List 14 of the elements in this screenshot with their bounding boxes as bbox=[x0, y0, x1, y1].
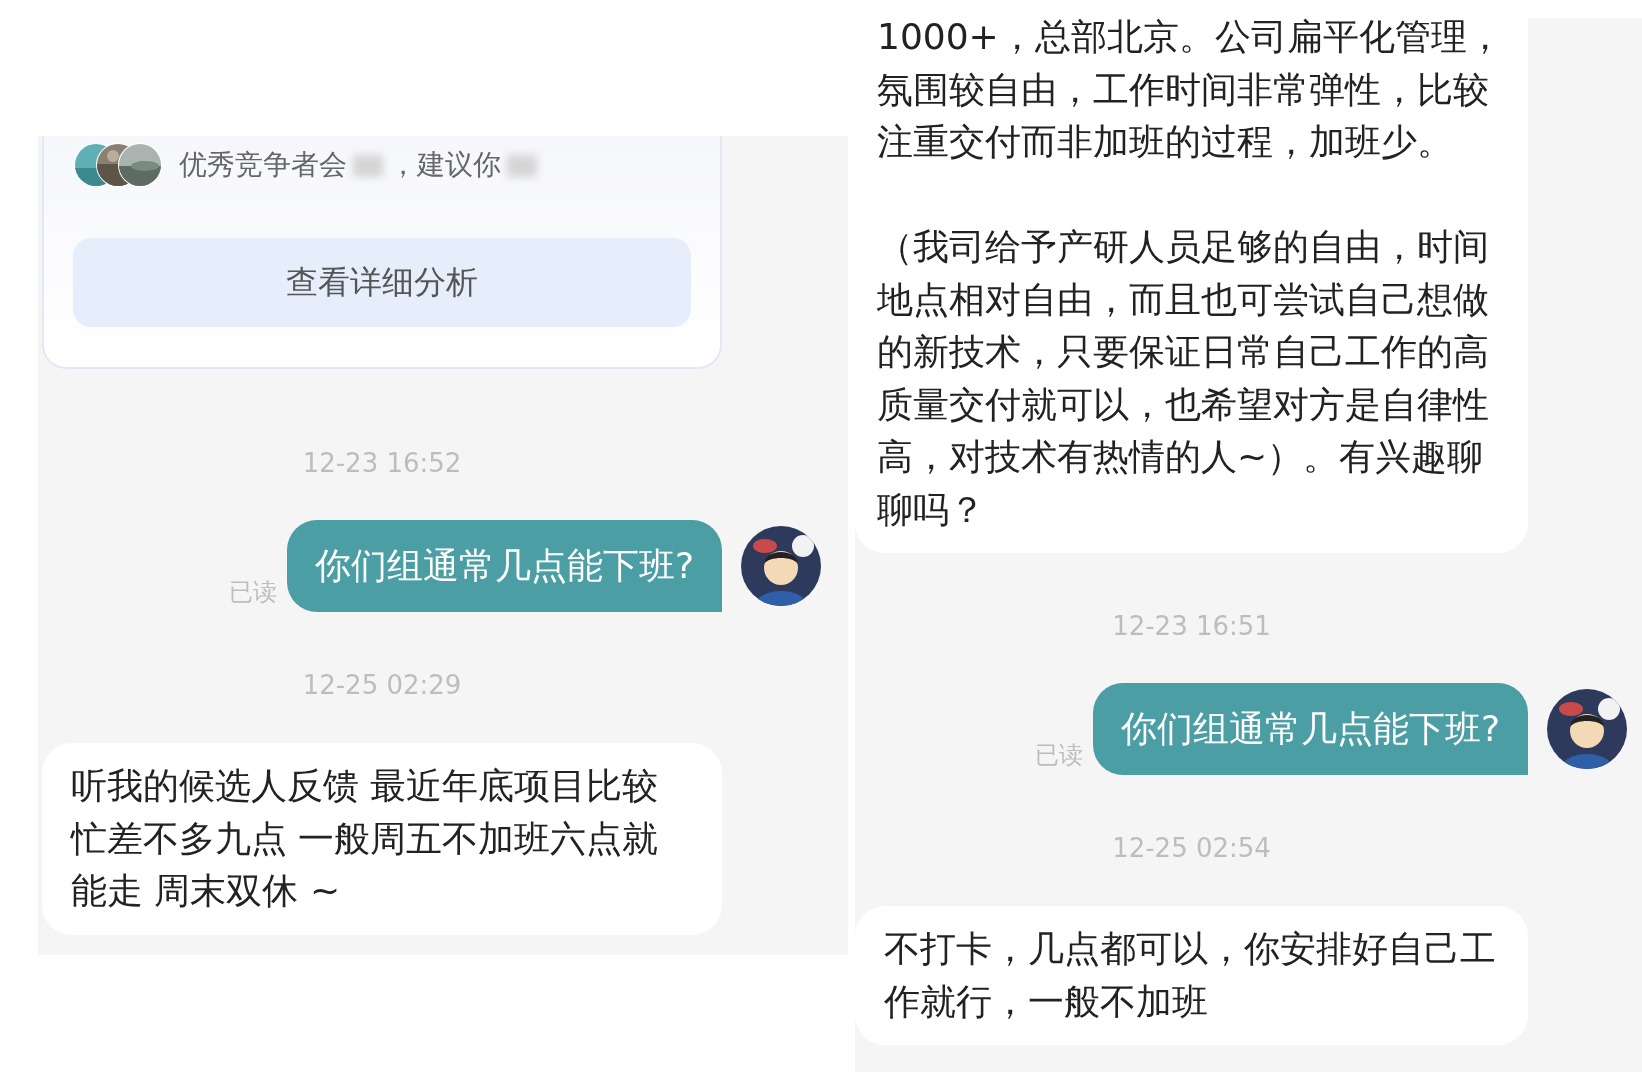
sent-message-bubble: 你们组通常几点能下班? bbox=[1092, 683, 1528, 775]
timestamp: 12-25 02:29 bbox=[301, 669, 463, 702]
timestamp: 12-25 02:54 bbox=[1111, 832, 1272, 865]
message-text: 1000+，总部北京。公司扁平化管理，氛围较自由，工作时间非常弹性，比较注重交付而非加班的过程，加班少。 bbox=[877, 18, 1504, 164]
message-text: （我司给予产研人员足够的自由，时间地点相对自由，而且也可尝试自己想做的新技术，只要保证日常自己工作的高质量交付就可以，也希望对方是自律性高，对技术有热情的人~）。有兴趣聊聊吗？ bbox=[877, 225, 1490, 532]
timestamp: 12-23 16:52 bbox=[301, 447, 463, 480]
sent-message-bubble: 你们组通常几点能下班? bbox=[286, 520, 722, 612]
message-text: 听我的候选人反馈 最近年底项目比较忙差不多九点 一般周五不加班六点就能走 周末双休 ~ bbox=[71, 764, 660, 913]
detail-analysis-button[interactable]: 查看详细分析 bbox=[73, 238, 691, 327]
read-receipt: 已读 bbox=[228, 577, 277, 608]
timestamp: 12-23 16:51 bbox=[1111, 610, 1272, 643]
read-receipt: 已读 bbox=[1034, 740, 1083, 771]
competitor-summary: 优秀竞争者会 ，建议你 bbox=[179, 146, 543, 184]
message-text: 不打卡，几点都可以，你安排好自己工作就行，一般不加班 bbox=[884, 927, 1497, 1024]
